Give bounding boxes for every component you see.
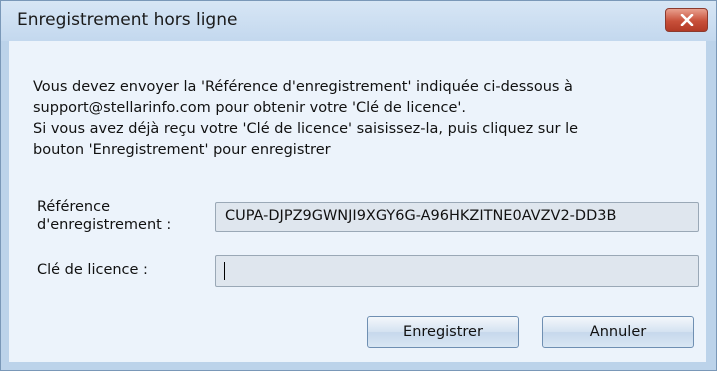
license-key-input[interactable] — [215, 255, 699, 287]
close-button[interactable] — [665, 8, 708, 32]
reference-label-line2: d'enregistrement : — [37, 217, 172, 233]
window-title: Enregistrement hors ligne — [17, 10, 238, 30]
cancel-button[interactable]: Annuler — [542, 316, 694, 348]
message-line: Vous devez envoyer la 'Référence d'enreg… — [33, 79, 573, 95]
message-line: Si vous avez déjà reçu votre 'Clé de lic… — [33, 121, 579, 137]
title-bar: Enregistrement hors ligne — [1, 1, 716, 41]
message-line: support@stellarinfo.com pour obtenir vot… — [33, 100, 467, 116]
text-caret — [224, 262, 225, 280]
reference-label-line1: Référence — [37, 199, 111, 215]
instruction-message: Vous devez envoyer la 'Référence d'enreg… — [33, 77, 693, 161]
close-icon — [680, 14, 694, 26]
register-button[interactable]: Enregistrer — [367, 316, 519, 348]
reference-label: Référence d'enregistrement : — [37, 198, 171, 234]
offline-registration-dialog: Enregistrement hors ligne Vous devez env… — [0, 0, 717, 371]
message-line: bouton 'Enregistrement' pour enregistrer — [33, 142, 331, 158]
dialog-body: Vous devez envoyer la 'Référence d'enreg… — [9, 41, 706, 362]
license-key-label: Clé de licence : — [37, 262, 148, 278]
registration-reference-field[interactable]: CUPA-DJPZ9GWNJI9XGY6G-A96HKZITNE0AVZV2-D… — [215, 202, 699, 232]
